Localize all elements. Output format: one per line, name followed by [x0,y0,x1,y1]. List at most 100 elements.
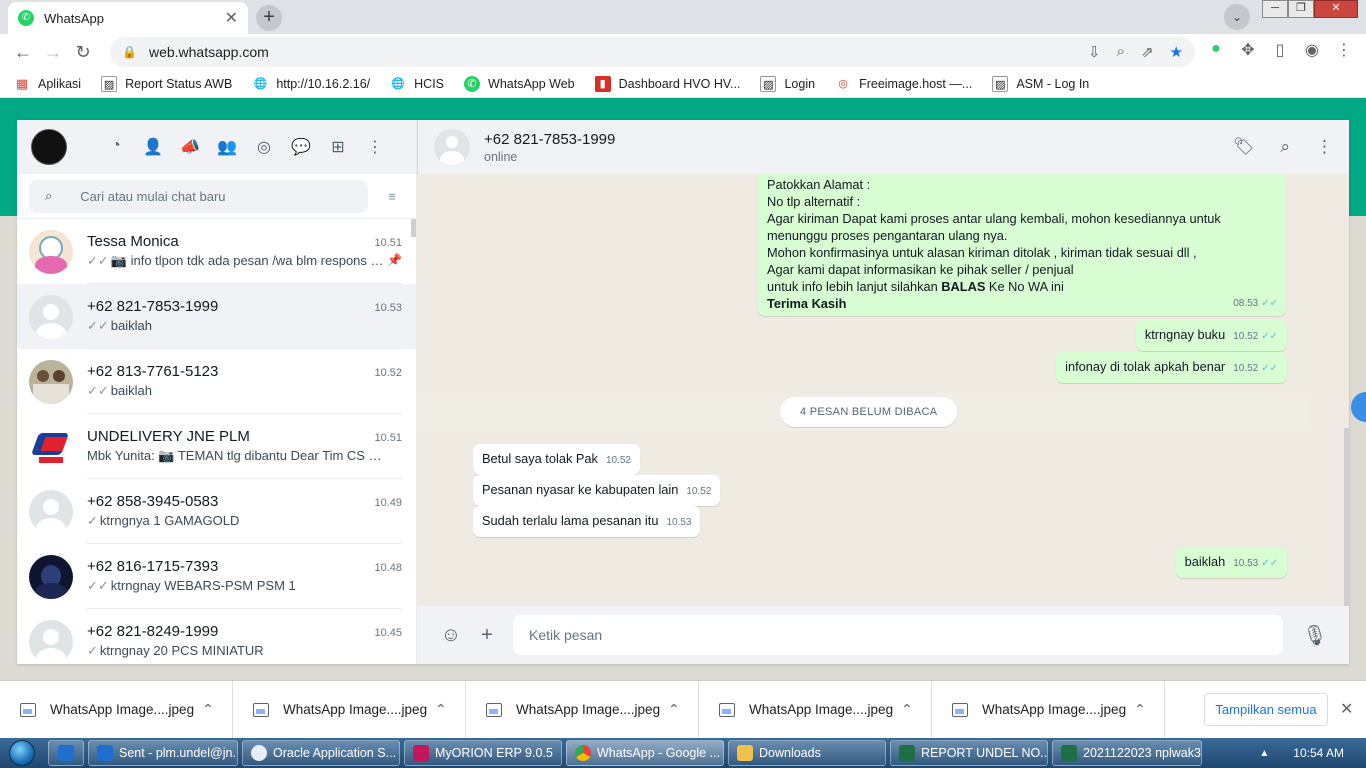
attach-plus-icon[interactable]: + [469,624,505,647]
new-tab-button[interactable]: + [256,5,282,31]
bookmark-report-status-awb[interactable]: ▨ Report Status AWB [101,75,232,92]
taskbar-item[interactable]: Sent - plm.undel@jn... [88,740,238,766]
bookmark-whatsapp-web[interactable]: ✆ WhatsApp Web [464,75,575,92]
new-chat-bubble-icon[interactable]: 💬 [290,137,312,157]
chat-preview: ktrngnay WEBARS-PSM PSM 1 [110,578,296,593]
taskbar-item[interactable]: WhatsApp - Google ... [566,740,724,766]
side-extension-handle[interactable] [1351,392,1366,422]
download-filename: WhatsApp Image....jpeg [283,702,428,717]
chevron-up-icon[interactable]: ⌃ [435,701,465,718]
chat-item[interactable]: Tessa Monica 10.51 ✓✓ 📷 info tlpon tdk ad… [17,219,416,284]
extensions-puzzle-icon[interactable]: ✥ [1238,40,1258,60]
download-item[interactable]: WhatsApp Image....jpeg ⌃ [466,680,699,739]
filter-icon[interactable]: ≡ [380,189,404,204]
broadcast-icon[interactable]: 📣 [179,137,201,157]
search-row: ⌕ Cari atau mulai chat baru ≡ [17,174,416,219]
bookmark-freeimage[interactable]: ◎ Freeimage.host —... [835,76,972,92]
message-line: Agar kami dapat informasikan ke pihak se… [767,262,1074,277]
close-downloads-icon[interactable]: ✕ [1340,699,1353,719]
menu-icon[interactable]: ⋮ [364,137,386,157]
download-item[interactable]: WhatsApp Image....jpeg ⌃ [699,680,932,739]
close-window-button[interactable]: ✕ [1314,0,1358,18]
address-bar[interactable]: 🔒 web.whatsapp.com ⇩ ⌕ ⇗ ★ [110,37,1195,67]
chat-item[interactable]: +62 821-8249-1999 10.45 ✓ ktrngnay 20 PCS… [17,609,416,664]
share-icon[interactable]: ⇗ [1141,43,1154,61]
side-panel-icon[interactable]: ▯ [1270,40,1290,60]
clock[interactable]: 10:54 AM [1293,746,1344,760]
bookmark-dashboard[interactable]: ▮ Dashboard HVO HV... [594,75,740,92]
taskbar-item[interactable]: REPORT UNDEL NO... [890,740,1048,766]
search-icon[interactable]: ⌕ [1280,137,1290,157]
minimize-button[interactable]: ─ [1262,0,1288,18]
chevron-up-icon[interactable]: ⌃ [901,701,931,718]
default-avatar-icon[interactable] [434,129,470,165]
bookmark-hcis[interactable]: 🌐 HCIS [390,76,444,92]
taskbar-item[interactable]: MyORION ERP 9.0.5 [404,740,562,766]
lock-icon[interactable]: 🔒 [122,45,137,59]
restore-button[interactable]: ❐ [1288,0,1314,18]
chat-item[interactable]: +62 813-7761-5123 10.52 ✓✓ baiklah [17,349,416,414]
tab-whatsapp[interactable]: ✆ WhatsApp ✕ [8,2,248,34]
message-input[interactable]: Ketik pesan [513,615,1283,655]
chevron-up-icon[interactable]: ⌃ [668,701,698,718]
taskbar-item[interactable]: Downloads [728,740,886,766]
bookmark-star-icon[interactable]: ★ [1170,43,1183,61]
extension-whatsapp-icon[interactable]: ● [1206,40,1226,60]
my-avatar[interactable] [31,129,67,165]
chat-item[interactable]: +62 816-1715-7393 10.48 ✓✓ ktrngnay WEBAR… [17,544,416,609]
menu-icon[interactable]: ⋮ [1316,137,1333,157]
profile-avatar-icon[interactable]: ◉ [1302,40,1322,60]
taskbar-label: MyORION ERP 9.0.5 [435,746,553,760]
new-chat-icon[interactable]: ⊞ [327,137,349,157]
bookmark-login[interactable]: ▨ Login [760,75,815,92]
chat-item[interactable]: +62 821-7853-1999 10.53 ✓✓ baiklah [17,284,416,349]
tray-expand-icon[interactable]: ▲ [1259,748,1269,759]
show-all-downloads-button[interactable]: Tampilkan semua [1204,693,1328,726]
taskbar-item[interactable]: Oracle Application S... [242,740,400,766]
taskbar-label: REPORT UNDEL NO... [921,746,1048,760]
microphone-icon[interactable]: 🎙 [1297,623,1333,648]
label-tag-icon[interactable]: 🏷 [1233,137,1255,157]
chevron-up-icon[interactable]: ⌃ [1134,701,1164,718]
browser-menu-icon[interactable]: ⋮ [1334,40,1354,60]
conversation-scrollbar[interactable] [1344,428,1349,606]
emoji-icon[interactable]: ☺ [433,624,469,647]
download-item[interactable]: WhatsApp Image....jpeg ⌃ [0,680,233,739]
close-tab-icon[interactable]: ✕ [225,8,238,28]
message-time: 10.52 ✓✓ [1233,363,1278,374]
download-item[interactable]: WhatsApp Image....jpeg ⌃ [932,680,1165,739]
taskbar-item[interactable]: 2021122023 nplwak3... [1052,740,1202,766]
message-area: Patokkan Alamat : No tlp alternatif : Ag… [417,174,1349,606]
reload-icon[interactable]: ↻ [68,37,98,67]
double-tick-icon: ✓✓ [1261,331,1278,342]
channels-icon[interactable]: ◎ [253,137,275,157]
community-icon[interactable]: 👥 [216,137,238,157]
download-item[interactable]: WhatsApp Image....jpeg ⌃ [233,680,466,739]
start-button[interactable] [0,738,44,768]
bookmark-ip[interactable]: 🌐 http://10.16.2.16/ [252,76,370,92]
chevron-up-icon[interactable]: ⌃ [202,701,232,718]
chat-item[interactable]: +62 858-3945-0583 10.49 ✓ ktrngnya 1 GAMA… [17,479,416,544]
chrome-icon [575,745,591,761]
default-avatar-icon [29,619,73,664]
conversation-header[interactable]: +62 821-7853-1999 online 🏷 ⌕ ⋮ [417,120,1349,174]
bookmark-apps[interactable]: ▦ Aplikasi [14,76,81,92]
outlook-pinned-icon[interactable] [48,740,84,766]
chat-list-scrollbar[interactable] [411,219,416,237]
zoom-icon[interactable]: ⌕ [1117,43,1125,61]
tab-search-button[interactable]: ⌄ [1224,4,1250,30]
status-icon[interactable]: ◔ [105,137,127,157]
chat-preview: baiklah [110,383,152,398]
search-input[interactable]: ⌕ Cari atau mulai chat baru [29,179,368,213]
download-filename: WhatsApp Image....jpeg [749,702,894,717]
install-app-icon[interactable]: ⇩ [1088,43,1101,61]
taskbar-label: Sent - plm.undel@jn... [119,746,238,760]
forward-icon[interactable]: → [38,37,68,67]
chat-name: Tessa Monica [87,233,179,250]
chat-name: +62 813-7761-5123 [87,363,219,380]
back-icon[interactable]: ← [8,37,38,67]
bookmark-asm[interactable]: ▨ ASM - Log In [992,75,1089,92]
add-contact-icon[interactable]: 👤 [142,137,164,157]
chat-item[interactable]: UNDELIVERY JNE PLM 10.51 Mbk Yunita: 📷 T… [17,414,416,479]
folder-icon [737,745,753,761]
